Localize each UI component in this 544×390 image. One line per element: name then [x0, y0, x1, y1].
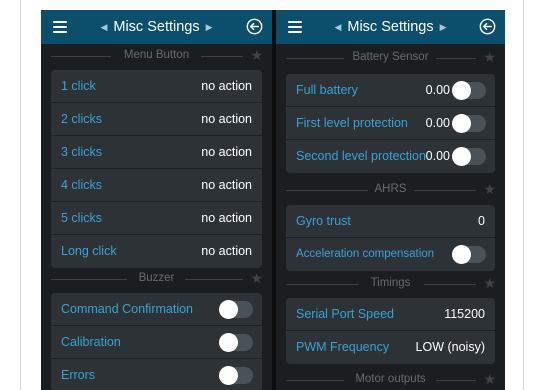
section-title: Battery Sensor [352, 51, 429, 63]
second-level-protection-toggle[interactable] [452, 147, 486, 166]
page-title: Misc Settings [347, 19, 434, 35]
title-selector[interactable]: ◀ Misc Settings ▶ [312, 10, 469, 44]
setting-label: Errors [61, 368, 96, 382]
right-screen: ◀ Misc Settings ▶ Battery Sensor ★ Full … [276, 10, 505, 390]
section-header-battery-sensor: Battery Sensor ★ [276, 48, 505, 68]
hamburger-menu-icon[interactable] [53, 21, 67, 33]
command-confirmation-toggle[interactable] [219, 300, 253, 319]
frame-border-right [523, 0, 524, 390]
menu-button-group: 1 click no action 2 clicks no action 3 c… [51, 70, 262, 268]
star-icon[interactable]: ★ [483, 371, 496, 388]
setting-value: 0.00 [425, 83, 450, 97]
acceleration-compensation-toggle[interactable] [452, 245, 486, 264]
list-item[interactable]: Second level protection 0.00 [286, 140, 495, 173]
list-item[interactable]: 2 clicks no action [51, 103, 262, 136]
setting-label: Full battery [296, 83, 358, 97]
star-icon[interactable]: ★ [483, 275, 496, 292]
section-title: Menu Button [123, 49, 190, 61]
ahrs-group: Gyro trust 0 Acceleration compensation [286, 205, 495, 271]
section-header-timings: Timings ★ [276, 274, 505, 294]
setting-label: 5 clicks [61, 211, 102, 225]
setting-label: Long click [61, 244, 117, 258]
circle-arrow-back-icon[interactable] [479, 18, 496, 35]
list-item[interactable]: PWM Frequency LOW (noisy) [286, 331, 495, 364]
setting-label: Serial Port Speed [296, 307, 394, 321]
setting-value: 0.00 [425, 116, 450, 130]
section-title: Buzzer [138, 272, 175, 284]
setting-value: no action [201, 178, 252, 192]
setting-label: Second level protection [296, 149, 426, 163]
star-icon[interactable]: ★ [483, 49, 496, 66]
setting-label: First level protection [296, 116, 408, 130]
setting-value: no action [201, 211, 252, 225]
list-item[interactable]: Serial Port Speed 115200 [286, 298, 495, 331]
section-header-buzzer: Buzzer ★ [41, 269, 272, 289]
list-item[interactable]: Errors [51, 359, 262, 390]
left-screen: ◀ Misc Settings ▶ Menu Button ★ 1 click … [41, 10, 272, 390]
setting-label: Acceleration compensation [296, 248, 435, 260]
setting-label: 3 clicks [61, 145, 102, 159]
setting-value: 115200 [444, 307, 485, 321]
section-title: Timings [370, 277, 411, 289]
section-header-motor-outputs: Motor outputs ★ [276, 370, 505, 390]
setting-label: PWM Frequency [296, 340, 390, 354]
setting-label: Calibration [61, 335, 121, 349]
setting-label: Command Confirmation [61, 302, 193, 316]
section-header-menu-button: Menu Button ★ [41, 46, 272, 66]
list-item[interactable]: 1 click no action [51, 70, 262, 103]
triangle-left-icon[interactable]: ◀ [100, 22, 107, 33]
section-title: Motor outputs [355, 373, 426, 385]
hamburger-menu-icon[interactable] [288, 21, 302, 33]
list-item[interactable]: Acceleration compensation [286, 238, 495, 271]
triangle-right-icon[interactable]: ▶ [206, 22, 213, 33]
calibration-toggle[interactable] [219, 333, 253, 352]
setting-value: 0 [478, 214, 485, 228]
star-icon[interactable]: ★ [483, 181, 496, 198]
full-battery-toggle[interactable] [452, 81, 486, 100]
battery-sensor-group: Full battery 0.00 First level protection… [286, 74, 495, 173]
list-item[interactable]: 5 clicks no action [51, 202, 262, 235]
list-item[interactable]: Full battery 0.00 [286, 74, 495, 107]
top-app-bar: ◀ Misc Settings ▶ [41, 10, 272, 44]
top-app-bar: ◀ Misc Settings ▶ [276, 10, 505, 44]
list-item[interactable]: Command Confirmation [51, 293, 262, 326]
setting-value: no action [201, 79, 252, 93]
list-item[interactable]: First level protection 0.00 [286, 107, 495, 140]
setting-label: 4 clicks [61, 178, 102, 192]
setting-value: no action [201, 112, 252, 126]
list-item[interactable]: Calibration [51, 326, 262, 359]
setting-label: 2 clicks [61, 112, 102, 126]
page-title: Misc Settings [113, 19, 200, 35]
circle-arrow-back-icon[interactable] [246, 18, 263, 35]
triangle-left-icon[interactable]: ◀ [334, 22, 341, 33]
errors-toggle[interactable] [219, 366, 253, 385]
title-selector[interactable]: ◀ Misc Settings ▶ [77, 10, 236, 44]
section-title: AHRS [374, 183, 407, 195]
setting-value: LOW (noisy) [415, 340, 485, 354]
setting-value: no action [201, 145, 252, 159]
triangle-right-icon[interactable]: ▶ [440, 22, 447, 33]
setting-label: Gyro trust [296, 214, 351, 228]
first-level-protection-toggle[interactable] [452, 114, 486, 133]
star-icon[interactable]: ★ [250, 47, 263, 64]
setting-value: 0.00 [425, 149, 450, 163]
list-item[interactable]: 4 clicks no action [51, 169, 262, 202]
star-icon[interactable]: ★ [250, 270, 263, 287]
list-item[interactable]: 3 clicks no action [51, 136, 262, 169]
timings-group: Serial Port Speed 115200 PWM Frequency L… [286, 298, 495, 364]
list-item[interactable]: Long click no action [51, 235, 262, 268]
setting-label: 1 click [61, 79, 96, 93]
list-item[interactable]: Gyro trust 0 [286, 205, 495, 238]
section-header-ahrs: AHRS ★ [276, 180, 505, 200]
frame-border-left [20, 0, 21, 390]
buzzer-group: Command Confirmation Calibration Errors [51, 293, 262, 390]
setting-value: no action [201, 244, 252, 258]
